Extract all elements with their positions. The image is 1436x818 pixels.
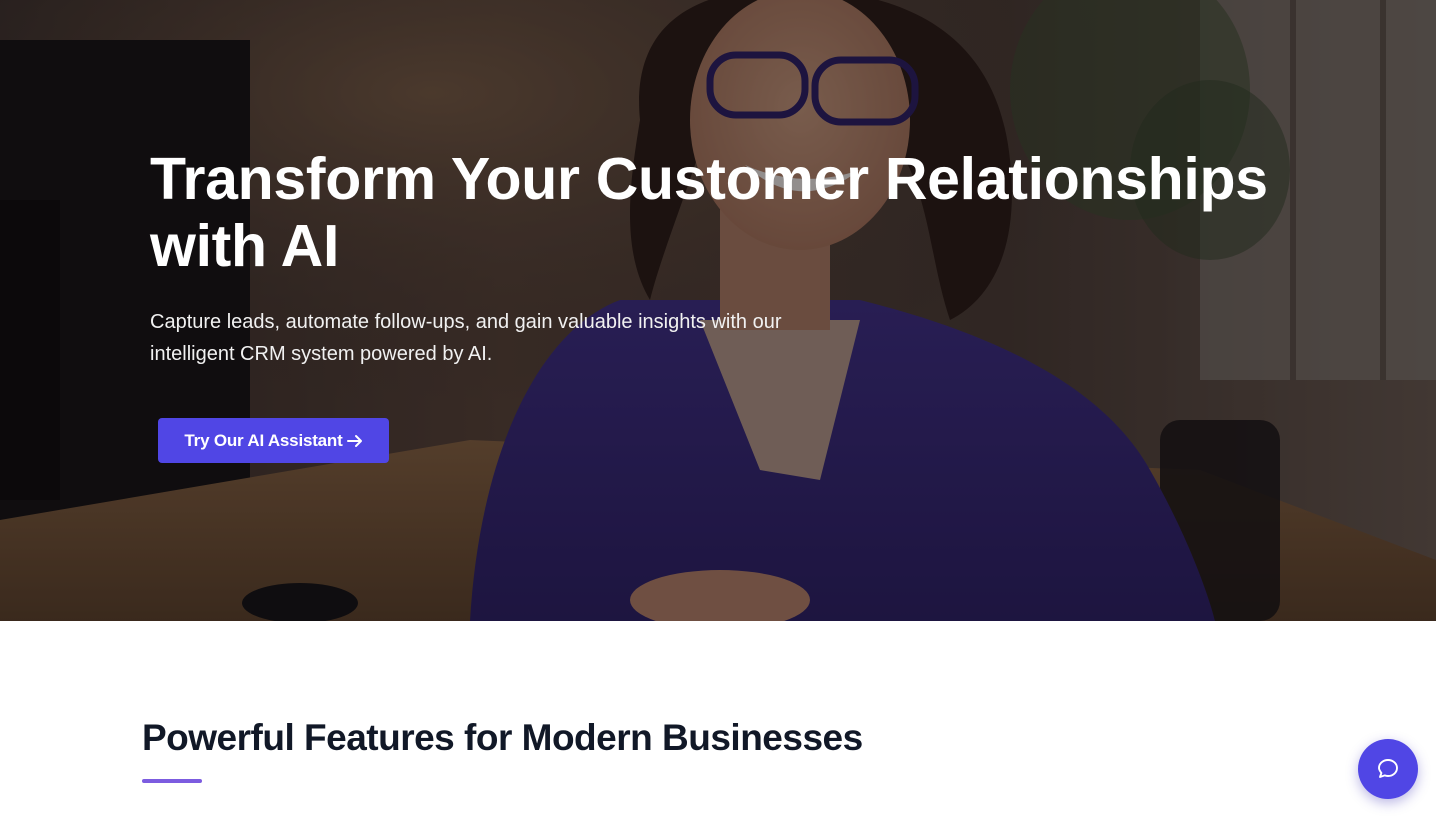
hero-section: Transform Your Customer Relationships wi…	[0, 0, 1436, 621]
features-heading: Powerful Features for Modern Businesses	[142, 717, 863, 758]
hero-title-line2: with AI	[150, 213, 340, 279]
hero-subtitle-line2: intelligent CRM system powered by AI.	[150, 343, 493, 365]
hero-title: Transform Your Customer Relationships wi…	[150, 146, 1300, 280]
try-ai-assistant-button[interactable]: Try Our AI Assistant	[158, 418, 389, 463]
chat-bubble-icon	[1376, 757, 1400, 781]
hero-subtitle-line1: Capture leads, automate follow-ups, and …	[150, 311, 782, 333]
chat-widget-button[interactable]	[1358, 739, 1418, 799]
hero-title-line1: Transform Your Customer Relationships	[150, 146, 1268, 212]
hero-subtitle: Capture leads, automate follow-ups, and …	[150, 306, 850, 370]
features-heading-underline	[142, 779, 202, 783]
arrow-right-icon	[346, 433, 363, 449]
try-ai-assistant-label: Try Our AI Assistant	[184, 430, 343, 450]
